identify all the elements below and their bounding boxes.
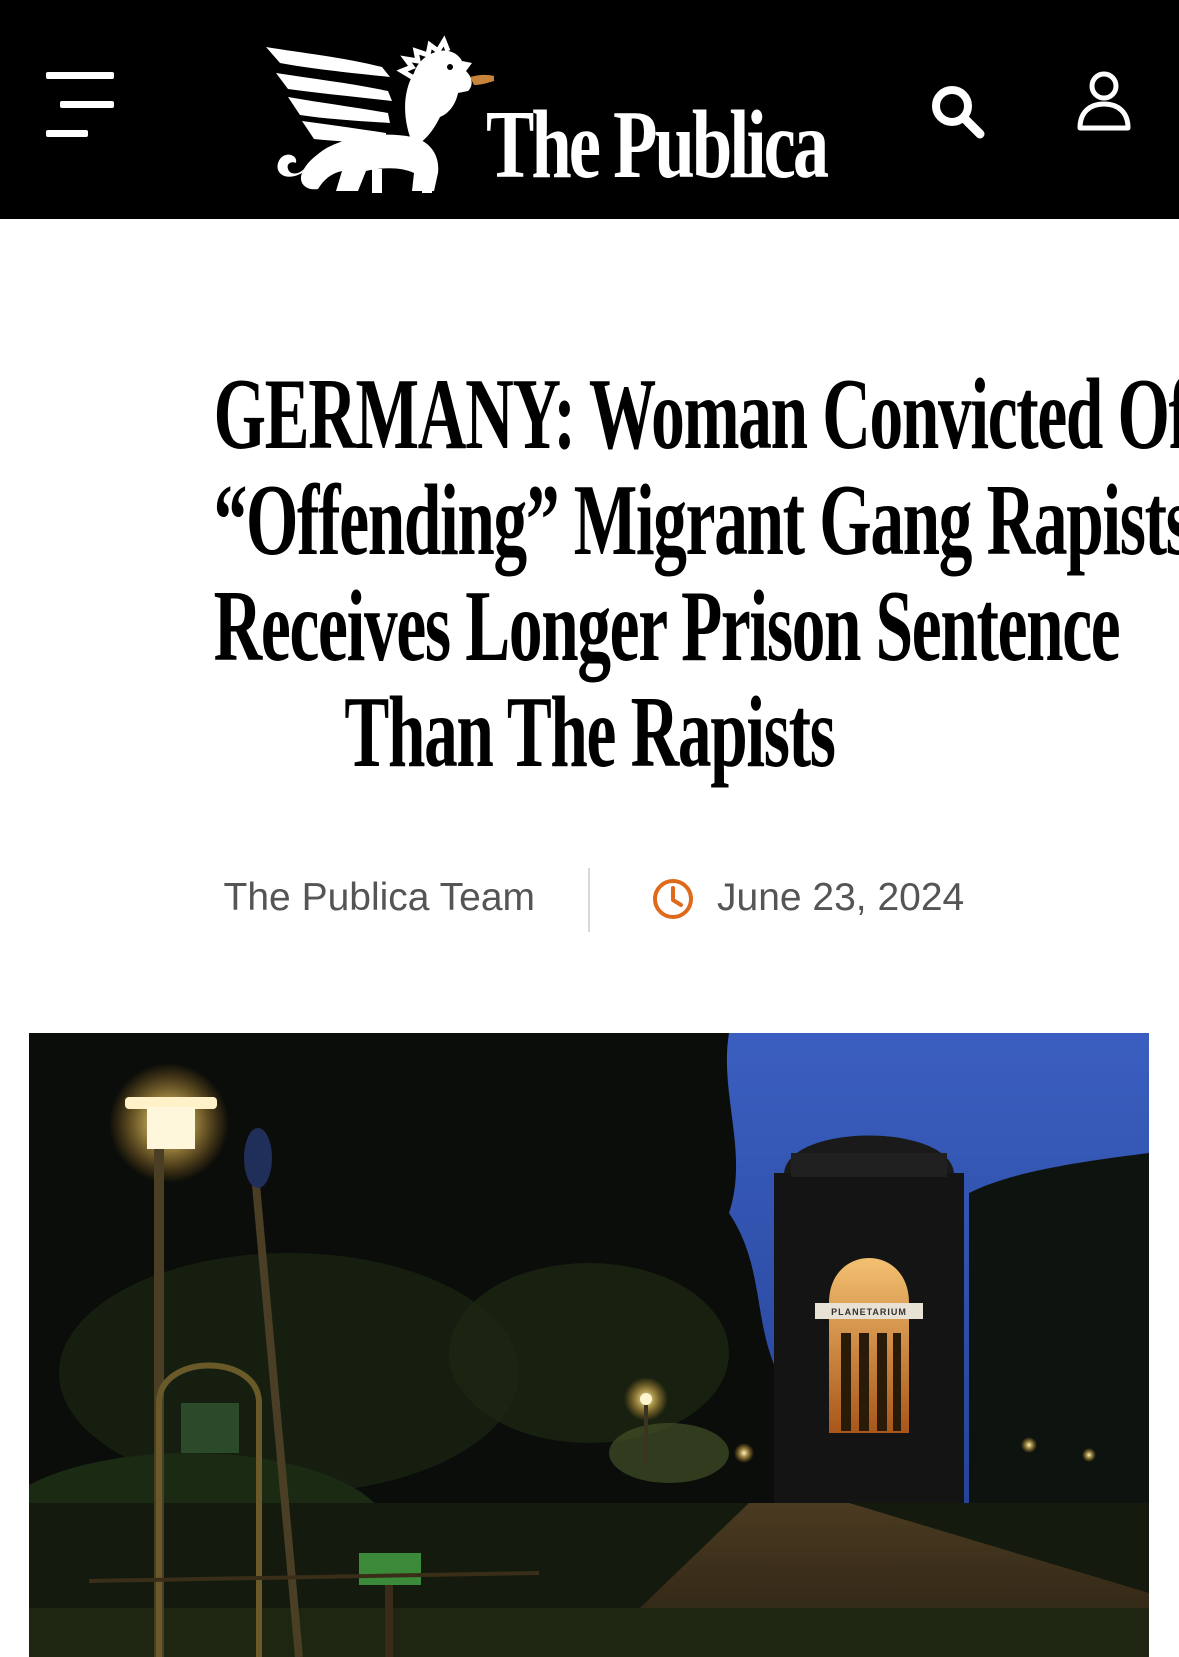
user-icon[interactable] [1076, 70, 1132, 134]
article-headline: GERMANY: Woman Convicted Of “Offending” … [20, 358, 1179, 789]
publish-date: June 23, 2024 [717, 876, 965, 919]
hero-image: PLANETARIUM [29, 1033, 1149, 1657]
headline-line: Than The Rapists [344, 676, 836, 789]
search-icon[interactable] [928, 82, 988, 142]
site-header: The Publica [0, 0, 1179, 219]
headline-line: Receives Longer Prison Sentence [213, 570, 1121, 683]
site-name: The Publica [486, 91, 829, 199]
headline-line: “Offending” Migrant Gang Rapists [213, 464, 1179, 577]
clock-icon [653, 879, 693, 919]
planetarium-sign: PLANETARIUM [831, 1307, 907, 1317]
site-logo[interactable]: The Publica [262, 28, 862, 198]
griffin-logo-icon [266, 35, 494, 193]
article-meta: The Publica Team June 23, 2024 [0, 866, 1179, 936]
meta-divider [588, 868, 590, 932]
hamburger-menu-icon[interactable] [46, 72, 116, 140]
author-link[interactable]: The Publica Team [190, 876, 535, 920]
headline-line: GERMANY: Woman Convicted Of [213, 358, 1179, 471]
